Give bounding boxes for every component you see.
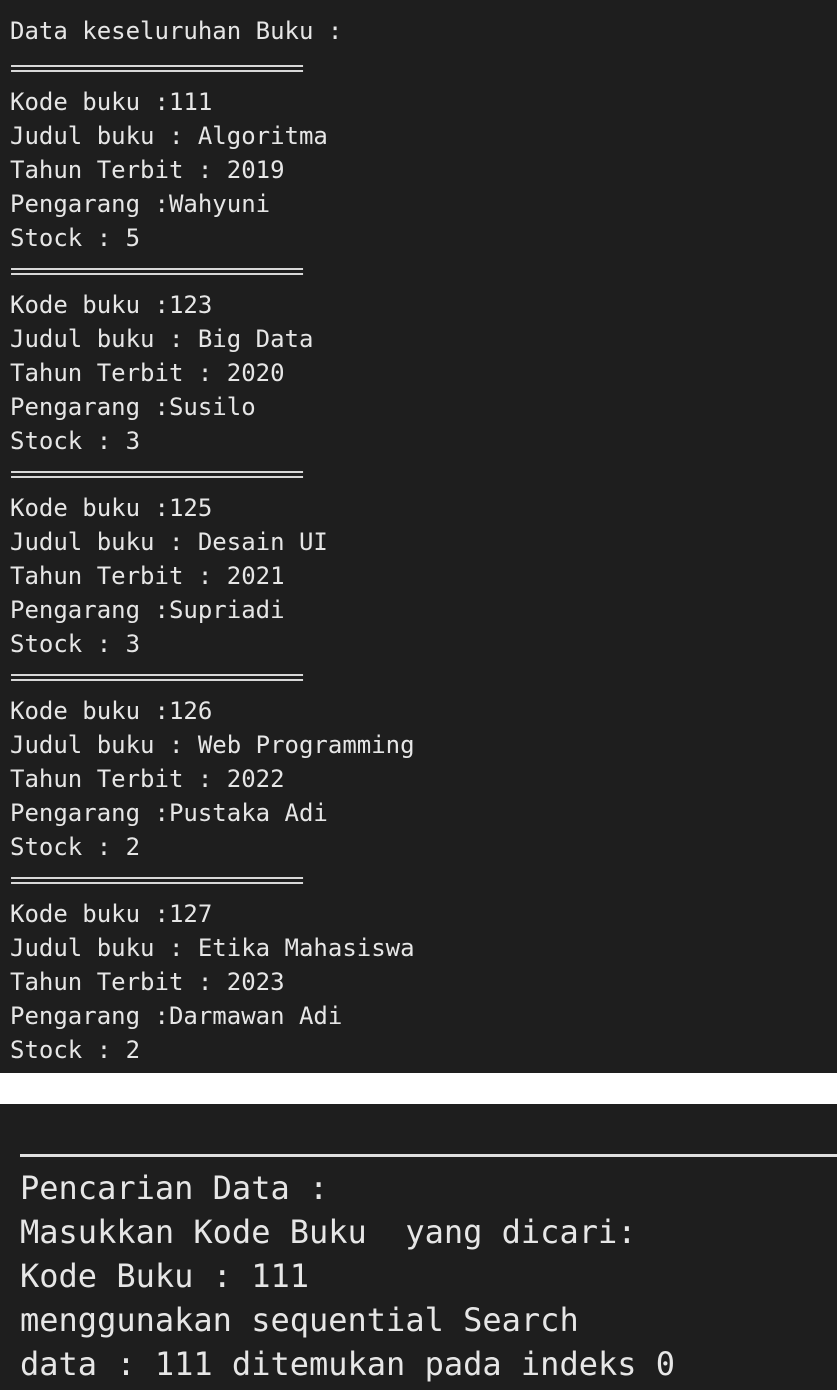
search-result: data : 111 ditemukan pada indeks 0 xyxy=(20,1345,676,1383)
separator-line: ========================= xyxy=(10,54,304,82)
divider-rule xyxy=(20,1154,837,1157)
terminal-output-search: Pencarian Data : Masukkan Kode Buku yang… xyxy=(0,1104,837,1390)
search-heading: Pencarian Data : xyxy=(20,1169,329,1207)
book-4-stock: Stock : 2 xyxy=(10,833,141,861)
search-prompt: Masukkan Kode Buku yang dicari: xyxy=(20,1213,637,1251)
book-5-judul: Judul buku : Etika Mahasiswa xyxy=(10,934,415,962)
separator-line: ========================= xyxy=(10,460,304,488)
book-4-judul: Judul buku : Web Programming xyxy=(10,731,415,759)
book-3-judul: Judul buku : Desain UI xyxy=(10,528,328,556)
book-4-pengarang: Pengarang :Pustaka Adi xyxy=(10,799,328,827)
book-5-tahun: Tahun Terbit : 2023 xyxy=(10,968,285,996)
book-4-tahun: Tahun Terbit : 2022 xyxy=(10,765,285,793)
book-2-tahun: Tahun Terbit : 2020 xyxy=(10,359,285,387)
separator-line: ========================= xyxy=(10,257,304,285)
book-2-pengarang: Pengarang :Susilo xyxy=(10,393,256,421)
book-5-pengarang: Pengarang :Darmawan Adi xyxy=(10,1002,343,1030)
book-1-judul: Judul buku : Algoritma xyxy=(10,122,328,150)
output-title: Data keseluruhan Buku : xyxy=(10,17,343,45)
book-2-judul: Judul buku : Big Data xyxy=(10,325,314,353)
book-3-tahun: Tahun Terbit : 2021 xyxy=(10,562,285,590)
book-5-stock: Stock : 2 xyxy=(10,1036,141,1064)
book-3-kode: Kode buku :125 xyxy=(10,494,213,522)
book-1-pengarang: Pengarang :Wahyuni xyxy=(10,190,271,218)
separator-line: ========================= xyxy=(10,663,304,691)
book-1-tahun: Tahun Terbit : 2019 xyxy=(10,156,285,184)
search-input-echo: Kode Buku : 111 xyxy=(20,1257,309,1295)
terminal-output-book-list: Data keseluruhan Buku : ================… xyxy=(0,0,837,1073)
book-3-stock: Stock : 3 xyxy=(10,630,141,658)
book-4-kode: Kode buku :126 xyxy=(10,697,213,725)
book-2-stock: Stock : 3 xyxy=(10,427,141,455)
book-1-kode: Kode buku :111 xyxy=(10,88,213,116)
book-5-kode: Kode buku :127 xyxy=(10,900,213,928)
search-method: menggunakan sequential Search xyxy=(20,1301,579,1339)
book-2-kode: Kode buku :123 xyxy=(10,291,213,319)
book-1-stock: Stock : 5 xyxy=(10,224,141,252)
book-3-pengarang: Pengarang :Supriadi xyxy=(10,596,285,624)
separator-line: ========================= xyxy=(10,866,304,894)
